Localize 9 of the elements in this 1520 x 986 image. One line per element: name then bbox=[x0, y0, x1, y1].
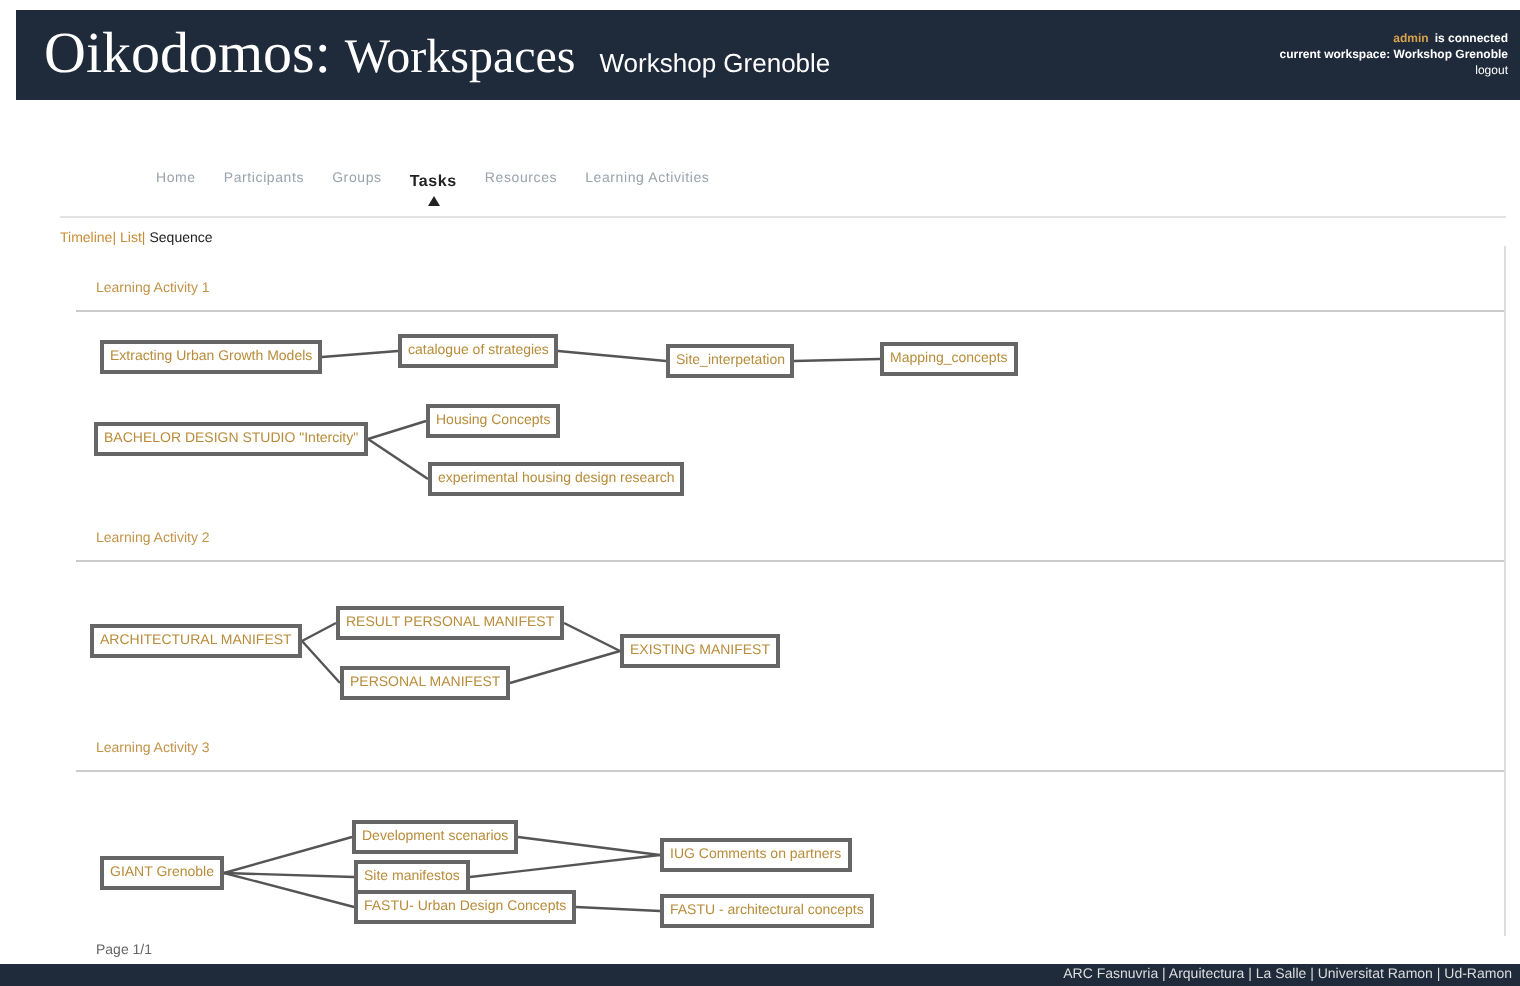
app-subtitle: Workspaces bbox=[344, 32, 576, 86]
connector-line bbox=[557, 349, 667, 363]
connector-line bbox=[793, 357, 881, 363]
connector-line bbox=[321, 349, 399, 359]
connector-line bbox=[517, 835, 661, 857]
connector-line bbox=[575, 905, 661, 913]
nav-tab[interactable]: Tasks bbox=[409, 172, 457, 216]
app-title: Oikodomos: bbox=[44, 22, 331, 88]
workspace-title: Workshop Grenoble bbox=[599, 48, 831, 78]
